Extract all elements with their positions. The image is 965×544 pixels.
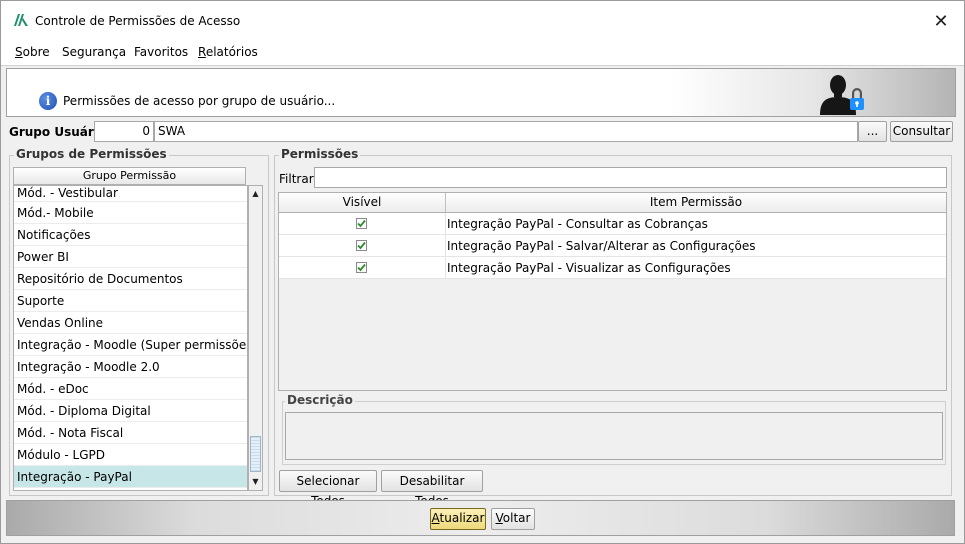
list-item[interactable]: Power BI [14, 246, 247, 268]
list-item[interactable]: Módulo - LGPD [14, 444, 247, 466]
groups-panel-title: Grupos de Permissões [14, 147, 169, 161]
list-item-selected[interactable]: Integração - PayPal [14, 466, 247, 488]
visible-checkbox[interactable] [356, 240, 367, 251]
description-group: Descrição [282, 393, 946, 465]
search-button[interactable]: Consultar [890, 121, 953, 142]
table-row[interactable]: Integração PayPal - Visualizar as Config… [279, 257, 946, 279]
description-label: Descrição [285, 393, 355, 407]
scroll-thumb[interactable] [250, 436, 261, 472]
list-item[interactable]: Integração - Moodle (Super permissões) [14, 334, 247, 356]
table-row[interactable]: Integração PayPal - Salvar/Alterar as Co… [279, 235, 946, 257]
column-item[interactable]: Item Permissão [446, 193, 946, 212]
visible-checkbox[interactable] [356, 262, 367, 273]
list-item[interactable]: Mód. - Nota Fiscal [14, 422, 247, 444]
menu-sobre[interactable]: Sobre [15, 45, 50, 59]
menu-relatorios[interactable]: Relatórios [198, 45, 258, 59]
app-window: Controle de Permissões de Acesso ✕ Sobre… [0, 0, 965, 544]
user-group-code-input[interactable]: 0 [94, 121, 154, 142]
list-item[interactable]: Mód.- Mobile [14, 202, 247, 224]
list-item[interactable]: Repositório de Documentos [14, 268, 247, 290]
checkmark-icon [357, 263, 366, 272]
groups-column-header[interactable]: Grupo Permissão [13, 167, 246, 185]
user-lock-icon [820, 75, 864, 115]
table-row[interactable]: Integração PayPal - Consultar as Cobranç… [279, 213, 946, 235]
checkmark-icon [357, 241, 366, 250]
visible-checkbox[interactable] [356, 218, 367, 229]
user-group-name-input[interactable]: SWA [154, 121, 858, 142]
close-icon: ✕ [933, 10, 949, 32]
filter-label: Filtrar: [279, 172, 318, 186]
groups-scrollbar[interactable]: ▲ ▼ [248, 185, 263, 491]
scroll-down-icon[interactable]: ▼ [249, 474, 262, 490]
description-field[interactable] [285, 412, 943, 460]
list-item[interactable]: Notificações [14, 224, 247, 246]
menu-seguranca[interactable]: Segurança [62, 45, 126, 59]
groups-list[interactable]: Mód. - Vestibular Mód.- Mobile Notificaç… [13, 185, 248, 491]
title-bar: Controle de Permissões de Acesso ✕ [1, 1, 964, 39]
update-button[interactable]: Atualizar [430, 508, 486, 530]
permission-item-text: Integração PayPal - Consultar as Cobranç… [447, 217, 708, 231]
list-item[interactable]: Mód. - Vestibular [14, 186, 247, 202]
permission-item-text: Integração PayPal - Visualizar as Config… [447, 261, 731, 275]
browse-button[interactable]: ... [858, 121, 887, 142]
info-icon: i [39, 92, 57, 110]
permissions-grid: Visível Item Permissão Integração PayPal… [278, 192, 947, 391]
header-banner: i Permissões de acesso por grupo de usuá… [6, 68, 956, 117]
window-title: Controle de Permissões de Acesso [35, 14, 241, 28]
column-visible[interactable]: Visível [279, 193, 446, 212]
grid-header: Visível Item Permissão [279, 193, 946, 213]
select-all-button[interactable]: Selecionar Todos [279, 470, 377, 508]
list-item[interactable]: Vendas Online [14, 312, 247, 334]
filter-input[interactable] [314, 167, 947, 188]
list-item[interactable]: Mód. - eDoc [14, 378, 247, 400]
banner-text: Permissões de acesso por grupo de usuári… [63, 94, 336, 108]
back-button[interactable]: Voltar [491, 508, 535, 530]
list-item[interactable]: Mód. - Diploma Digital [14, 400, 247, 422]
footer-bar: Atualizar Voltar [6, 500, 955, 536]
close-button[interactable]: ✕ [926, 8, 956, 34]
disable-all-button[interactable]: Desabilitar Todos [381, 470, 483, 508]
scroll-up-icon[interactable]: ▲ [249, 186, 262, 202]
list-item[interactable]: Suporte [14, 290, 247, 312]
permissions-panel-title: Permissões [279, 147, 361, 161]
list-item[interactable]: Integração - Moodle 2.0 [14, 356, 247, 378]
checkmark-icon [357, 219, 366, 228]
menu-bar: Sobre Segurança Favoritos Relatórios [1, 39, 964, 66]
menu-favoritos[interactable]: Favoritos [134, 45, 188, 59]
permission-item-text: Integração PayPal - Salvar/Alterar as Co… [447, 239, 756, 253]
app-logo-icon [14, 14, 28, 26]
